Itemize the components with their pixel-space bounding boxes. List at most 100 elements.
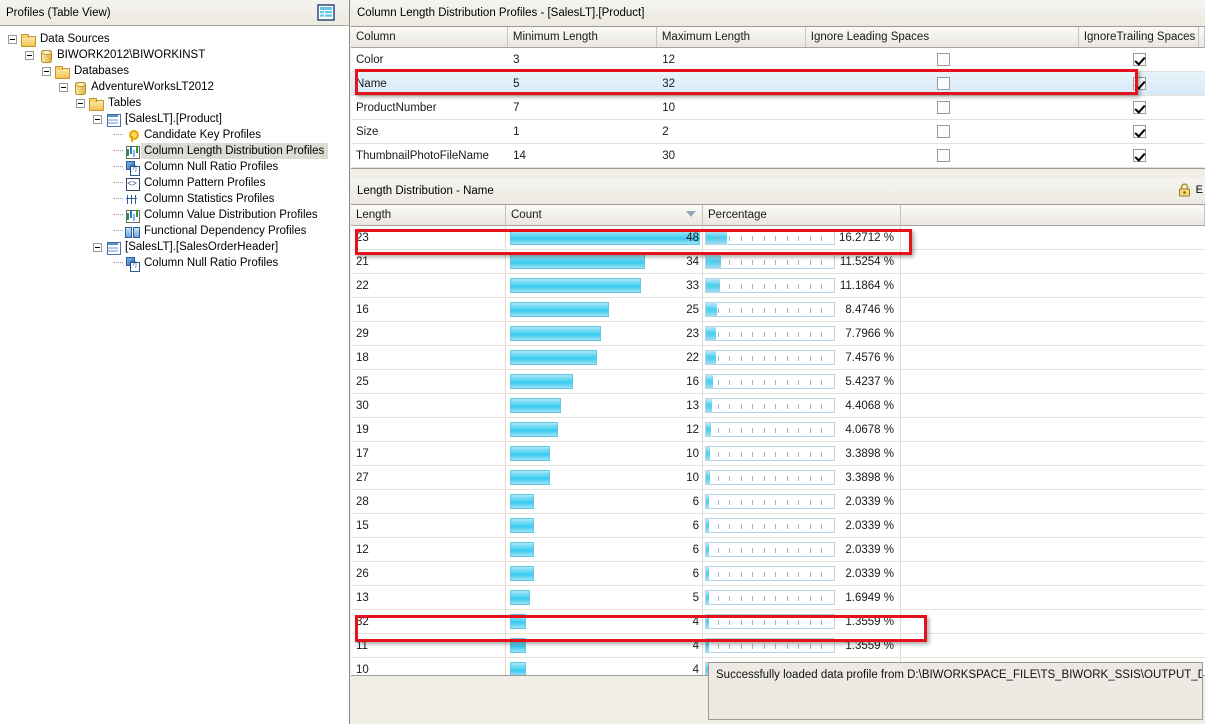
folder-icon (54, 64, 70, 79)
distribution-row[interactable]: 32 4 1.3559 % (351, 610, 1205, 634)
tree-connector (110, 159, 124, 175)
cell-ignore-leading-spaces (806, 72, 1079, 95)
distribution-row[interactable]: 26 6 2.0339 % (351, 562, 1205, 586)
tree-node-databases[interactable]: Databases (0, 63, 349, 79)
cell-count: 13 (506, 394, 703, 417)
tree-node-functional-dependency-profiles[interactable]: Functional Dependency Profiles (0, 223, 349, 239)
ignore-trailing-spaces-checkbox[interactable] (1133, 77, 1147, 90)
cell-percentage: 11.1864 % (703, 274, 901, 297)
distribution-row[interactable]: 17 10 3.3898 % (351, 442, 1205, 466)
cell-length: 26 (351, 562, 506, 585)
tree-node-column-statistics-profiles[interactable]: Column Statistics Profiles (0, 191, 349, 207)
distribution-row[interactable]: 15 6 2.0339 % (351, 514, 1205, 538)
header-ignore-trailing-spaces[interactable]: IgnoreTrailing Spaces (1079, 27, 1199, 47)
expander-collapse-icon[interactable] (93, 114, 102, 124)
expander-collapse-icon[interactable] (59, 82, 68, 92)
cell-count: 4 (506, 610, 703, 633)
table-row[interactable]: ProductNumber 7 10 (351, 96, 1205, 120)
header-count[interactable]: Count (506, 205, 703, 225)
tree-node-column-length-distribution-profiles[interactable]: Column Length Distribution Profiles (0, 143, 349, 159)
expander-collapse-icon[interactable] (93, 242, 102, 252)
cell-minimum-length: 1 (513, 125, 520, 138)
ignore-leading-spaces-checkbox[interactable] (936, 101, 950, 114)
percentage-value: 2.0339 % (845, 495, 894, 508)
distribution-row[interactable]: 30 13 4.4068 % (351, 394, 1205, 418)
distribution-row[interactable]: 29 23 7.7966 % (351, 322, 1205, 346)
cell-count: 6 (506, 490, 703, 513)
null-ratio-icon: [?] (124, 160, 140, 176)
cell-column: Size (356, 125, 379, 138)
ignore-trailing-spaces-checkbox[interactable] (1133, 125, 1147, 138)
distribution-row[interactable]: 22 33 11.1864 % (351, 274, 1205, 298)
ignore-leading-spaces-checkbox[interactable] (936, 149, 950, 162)
cell-percentage: 11.5254 % (703, 250, 901, 273)
tree-node-saleslt-salesorderheader[interactable]: [SalesLT].[SalesOrderHeader] (0, 239, 349, 255)
distribution-row[interactable]: 23 48 16.2712 % (351, 226, 1205, 250)
distribution-row[interactable]: 16 25 8.4746 % (351, 298, 1205, 322)
tree-node-saleslt-product[interactable]: [SalesLT].[Product] (0, 111, 349, 127)
cell-percentage: 4.0678 % (703, 418, 901, 441)
ignore-leading-spaces-checkbox[interactable] (936, 77, 950, 90)
expander-collapse-icon[interactable] (8, 34, 17, 44)
header-maximum-length[interactable]: Maximum Length (657, 27, 806, 47)
cell-column: ThumbnailPhotoFileName (356, 149, 489, 162)
tree-node-candidate-key-profiles[interactable]: Candidate Key Profiles (0, 127, 349, 143)
ignore-trailing-spaces-checkbox[interactable] (1133, 101, 1147, 114)
percentage-gauge-ticks (706, 519, 834, 532)
header-column[interactable]: Column (351, 27, 508, 47)
ignore-trailing-spaces-checkbox[interactable] (1133, 53, 1147, 66)
distribution-row[interactable]: 27 10 3.3898 % (351, 466, 1205, 490)
distribution-row[interactable]: 21 34 11.5254 % (351, 250, 1205, 274)
tree-connector (110, 143, 124, 159)
header-minimum-length[interactable]: Minimum Length (508, 27, 657, 47)
status-bar: Successfully loaded data profile from D:… (708, 662, 1203, 720)
cell-length: 28 (351, 490, 506, 513)
expander-collapse-icon[interactable] (25, 50, 34, 60)
cell-count: 6 (506, 562, 703, 585)
header-percentage[interactable]: Percentage (703, 205, 901, 225)
cell-count: 12 (506, 418, 703, 441)
table-row[interactable]: Color 3 12 (351, 48, 1205, 72)
tree-node-column-null-ratio-profiles[interactable]: [?] Column Null Ratio Profiles (0, 159, 349, 176)
tree-node-data-sources[interactable]: Data Sources (0, 31, 349, 47)
tree-node-adventureworkslt2012[interactable]: AdventureWorksLT2012 (0, 79, 349, 95)
count-bar (510, 230, 700, 245)
percentage-gauge (705, 518, 835, 533)
header-length[interactable]: Length (351, 205, 506, 225)
distribution-row[interactable]: 13 5 1.6949 % (351, 586, 1205, 610)
ignore-trailing-spaces-checkbox[interactable] (1133, 149, 1147, 162)
table-row[interactable]: ThumbnailPhotoFileName 14 30 (351, 144, 1205, 168)
count-bar (510, 398, 562, 413)
cell-ignore-trailing-spaces (1080, 120, 1200, 143)
table-view-icon[interactable] (317, 4, 335, 21)
distribution-row[interactable]: 18 22 7.4576 % (351, 346, 1205, 370)
tree-node-column-value-distribution-profiles[interactable]: Column Value Distribution Profiles (0, 207, 349, 223)
cell-column: Name (356, 77, 387, 90)
distribution-row[interactable]: 28 6 2.0339 % (351, 490, 1205, 514)
ignore-leading-spaces-checkbox[interactable] (936, 53, 950, 66)
table-row[interactable]: Name 5 32 (351, 72, 1205, 96)
tree-node-label: Tables (108, 97, 142, 109)
tree-node-column-null-ratio-profiles[interactable]: [?] Column Null Ratio Profiles (0, 255, 349, 272)
expander-collapse-icon[interactable] (76, 98, 85, 108)
distribution-row[interactable]: 19 12 4.0678 % (351, 418, 1205, 442)
tree-connector (110, 175, 124, 191)
expander-collapse-icon[interactable] (42, 66, 51, 76)
tree-node-tables[interactable]: Tables (0, 95, 349, 111)
profiles-tree[interactable]: Data Sources BIWORK2012\BIWORKINST Databas… (0, 26, 349, 724)
tree-node-column-pattern-profiles[interactable]: Column Pattern Profiles (0, 175, 349, 191)
ignore-leading-spaces-checkbox[interactable] (936, 125, 950, 138)
cell-length: 12 (351, 538, 506, 561)
percentage-gauge-ticks (706, 399, 834, 412)
distribution-row[interactable]: 25 16 5.4237 % (351, 370, 1205, 394)
distribution-row[interactable]: 12 6 2.0339 % (351, 538, 1205, 562)
count-bar (510, 470, 550, 485)
header-count-label: Count (511, 209, 542, 221)
distribution-row[interactable]: 11 4 1.3559 % (351, 634, 1205, 658)
tree-node-biwork2012-biworkinst[interactable]: BIWORK2012\BIWORKINST (0, 47, 349, 63)
percentage-value: 11.1864 % (839, 279, 894, 292)
header-ignore-leading-spaces[interactable]: Ignore Leading Spaces (806, 27, 1079, 47)
tree-node-label: BIWORK2012\BIWORKINST (57, 49, 206, 61)
length-distribution-header: Length Count Percentage (351, 205, 1205, 226)
table-row[interactable]: Size 1 2 (351, 120, 1205, 144)
